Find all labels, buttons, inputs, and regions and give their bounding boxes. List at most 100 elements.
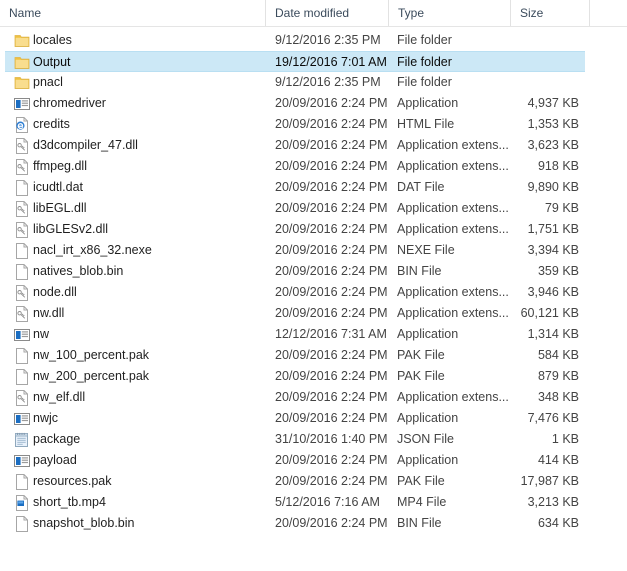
blank-file-icon bbox=[14, 474, 30, 490]
file-row[interactable]: resources.pak 20/09/2016 2:24 PM PAK File 1… bbox=[5, 471, 585, 492]
column-header-date-modified[interactable]: Date modified bbox=[265, 0, 388, 26]
file-name-cell: package bbox=[33, 432, 81, 446]
file-row[interactable]: snapshot_blob.bin 20/09/2016 2:24 PM BIN F… bbox=[5, 513, 585, 534]
file-type-cell: File folder bbox=[397, 75, 452, 89]
file-row[interactable]: nw_100_percent.pak 20/09/2016 2:24 PM PAK … bbox=[5, 345, 585, 366]
file-row[interactable]: nw_elf.dll 20/09/2016 2:24 PM Application … bbox=[5, 387, 585, 408]
file-name-cell: short_tb.mp4 bbox=[33, 495, 106, 509]
file-type-cell: Application bbox=[397, 327, 459, 341]
file-date-cell: 12/12/2016 7:31 AM bbox=[275, 327, 387, 341]
dll-file-icon bbox=[14, 201, 30, 217]
file-row[interactable]: locales 9/12/2016 2:35 PM File folder bbox=[5, 30, 585, 51]
notepad-icon bbox=[14, 432, 30, 448]
file-size-cell: 1,751 KB bbox=[527, 222, 579, 236]
file-type-cell: Application extens... bbox=[397, 159, 509, 173]
file-row[interactable]: nw.dll 20/09/2016 2:24 PM Application exte… bbox=[5, 303, 585, 324]
file-date-cell: 20/09/2016 2:24 PM bbox=[275, 138, 388, 152]
file-date-cell: 9/12/2016 2:35 PM bbox=[275, 33, 381, 47]
file-size-cell bbox=[509, 52, 585, 73]
file-name-cell: credits bbox=[33, 117, 70, 131]
file-date-cell: 20/09/2016 2:24 PM bbox=[275, 411, 388, 425]
file-size-cell: 348 KB bbox=[537, 390, 579, 404]
file-date-cell: 20/09/2016 2:24 PM bbox=[275, 117, 388, 131]
application-icon bbox=[14, 453, 30, 469]
file-name-cell: ffmpeg.dll bbox=[33, 159, 87, 173]
file-name-cell: icudtl.dat bbox=[33, 180, 84, 194]
file-size-cell: 414 KB bbox=[537, 453, 579, 467]
file-date-cell: 20/09/2016 2:24 PM bbox=[275, 390, 388, 404]
file-size-cell: 1,353 KB bbox=[527, 117, 579, 131]
blank-file-icon bbox=[14, 243, 30, 259]
folder-icon bbox=[14, 55, 30, 71]
file-type-cell: DAT File bbox=[397, 180, 445, 194]
file-date-cell: 20/09/2016 2:24 PM bbox=[275, 243, 388, 257]
file-type-cell: PAK File bbox=[397, 369, 445, 383]
file-row[interactable]: credits 20/09/2016 2:24 PM HTML File 1,353 … bbox=[5, 114, 585, 135]
dll-file-icon bbox=[14, 138, 30, 154]
file-explorer-list-view: Name Date modified Type Size locales 9/12… bbox=[0, 0, 627, 571]
file-date-cell: 20/09/2016 2:24 PM bbox=[275, 453, 388, 467]
file-row[interactable]: nacl_irt_x86_32.nexe 20/09/2016 2:24 PM NE… bbox=[5, 240, 585, 261]
file-date-cell: 31/10/2016 1:40 PM bbox=[275, 432, 388, 446]
file-row[interactable]: nw_200_percent.pak 20/09/2016 2:24 PM PAK … bbox=[5, 366, 585, 387]
file-row[interactable]: libEGL.dll 20/09/2016 2:24 PM Application … bbox=[5, 198, 585, 219]
file-size-cell: 879 KB bbox=[537, 369, 579, 383]
blank-file-icon bbox=[14, 516, 30, 532]
file-name-cell: libEGL.dll bbox=[33, 201, 87, 215]
file-size-cell: 1,314 KB bbox=[527, 327, 579, 341]
file-type-cell: Application extens... bbox=[397, 201, 509, 215]
dll-file-icon bbox=[14, 390, 30, 406]
file-type-cell: PAK File bbox=[397, 474, 445, 488]
file-size-cell bbox=[509, 30, 585, 51]
file-row[interactable]: natives_blob.bin 20/09/2016 2:24 PM BIN Fi… bbox=[5, 261, 585, 282]
dll-file-icon bbox=[14, 222, 30, 238]
file-row[interactable]: ffmpeg.dll 20/09/2016 2:24 PM Application … bbox=[5, 156, 585, 177]
dll-file-icon bbox=[14, 159, 30, 175]
file-name-cell: nw.dll bbox=[33, 306, 65, 320]
file-name-cell: nw bbox=[33, 327, 49, 341]
file-date-cell: 20/09/2016 2:24 PM bbox=[275, 285, 388, 299]
file-name-cell: resources.pak bbox=[33, 474, 112, 488]
folder-icon bbox=[14, 75, 30, 91]
file-row[interactable]: nwjc 20/09/2016 2:24 PM Application 7,476 K… bbox=[5, 408, 585, 429]
file-size-cell: 7,476 KB bbox=[527, 411, 579, 425]
file-name-cell: natives_blob.bin bbox=[33, 264, 124, 278]
file-row[interactable]: nw 12/12/2016 7:31 AM Application 1,314 KB bbox=[5, 324, 585, 345]
file-row[interactable]: node.dll 20/09/2016 2:24 PM Application ex… bbox=[5, 282, 585, 303]
file-row[interactable]: package 31/10/2016 1:40 PM JSON File 1 KB bbox=[5, 429, 585, 450]
file-row[interactable]: payload 20/09/2016 2:24 PM Application 414 … bbox=[5, 450, 585, 471]
file-name-cell: Output bbox=[33, 55, 71, 69]
file-date-cell: 5/12/2016 7:16 AM bbox=[275, 495, 380, 509]
file-row-selected[interactable]: Output 19/12/2016 7:01 AM File folder bbox=[5, 51, 585, 72]
blank-file-icon bbox=[14, 369, 30, 385]
file-type-cell: BIN File bbox=[397, 516, 442, 530]
file-row[interactable]: libGLESv2.dll 20/09/2016 2:24 PM Applicati… bbox=[5, 219, 585, 240]
file-name-cell: nw_elf.dll bbox=[33, 390, 86, 404]
column-header-type[interactable]: Type bbox=[388, 0, 510, 26]
file-row[interactable]: pnacl 9/12/2016 2:35 PM File folder bbox=[5, 72, 585, 93]
file-type-cell: MP4 File bbox=[397, 495, 447, 509]
file-name-cell: chromedriver bbox=[33, 96, 106, 110]
file-size-cell: 918 KB bbox=[537, 159, 579, 173]
file-size-cell: 634 KB bbox=[537, 516, 579, 530]
file-row[interactable]: d3dcompiler_47.dll 20/09/2016 2:24 PM Appl… bbox=[5, 135, 585, 156]
file-type-cell: JSON File bbox=[397, 432, 454, 446]
file-row[interactable]: chromedriver 20/09/2016 2:24 PM Applicatio… bbox=[5, 93, 585, 114]
blank-file-icon bbox=[14, 264, 30, 280]
file-name-cell: payload bbox=[33, 453, 77, 467]
column-header-size[interactable]: Size bbox=[510, 0, 589, 26]
file-date-cell: 9/12/2016 2:35 PM bbox=[275, 75, 381, 89]
file-row[interactable]: icudtl.dat 20/09/2016 2:24 PM DAT File 9,89… bbox=[5, 177, 585, 198]
file-size-cell: 3,394 KB bbox=[527, 243, 579, 257]
file-size-cell: 584 KB bbox=[537, 348, 579, 362]
file-name-cell: node.dll bbox=[33, 285, 77, 299]
file-size-cell: 359 KB bbox=[537, 264, 579, 278]
file-type-cell: Application extens... bbox=[397, 222, 509, 236]
file-size-cell: 17,987 KB bbox=[520, 474, 579, 488]
file-row[interactable]: short_tb.mp4 5/12/2016 7:16 AM MP4 File 3,2… bbox=[5, 492, 585, 513]
file-date-cell: 20/09/2016 2:24 PM bbox=[275, 180, 388, 194]
file-type-cell: Application bbox=[397, 411, 459, 425]
dll-file-icon bbox=[14, 306, 30, 322]
file-type-cell: HTML File bbox=[397, 117, 455, 131]
column-header-name[interactable]: Name bbox=[0, 0, 265, 26]
